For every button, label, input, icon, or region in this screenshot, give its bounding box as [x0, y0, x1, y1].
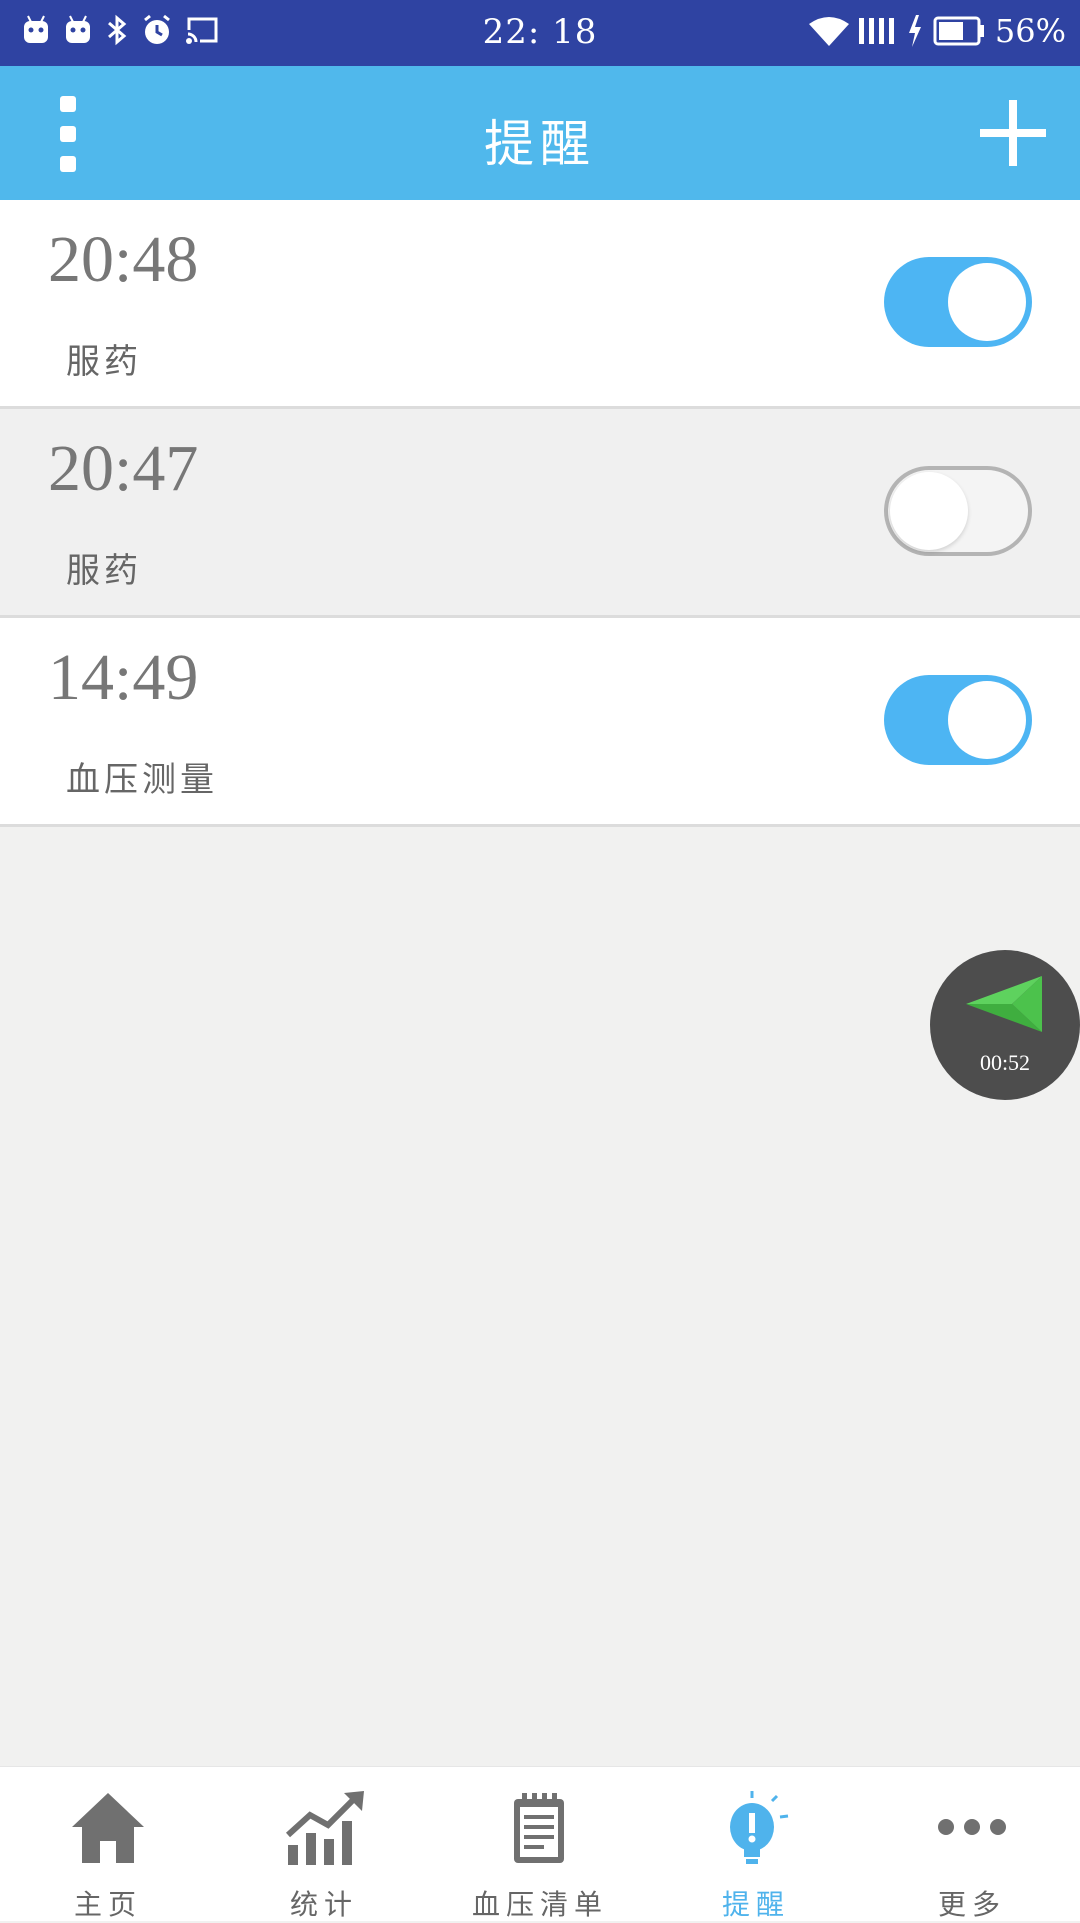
bottom-tab-bar: 主页 统计 血压清单 提醒 更多	[0, 1766, 1080, 1921]
reminder-item[interactable]: 20:48 服药	[0, 200, 1080, 409]
battery-percent: 56%	[994, 12, 1066, 50]
battery-icon	[933, 16, 984, 46]
paper-plane-icon	[966, 976, 1042, 1032]
tab-more[interactable]: 更多	[864, 1767, 1080, 1921]
wifi-icon	[808, 17, 849, 46]
notepad-icon	[514, 1793, 564, 1863]
floating-timer-text: 00:52	[979, 1050, 1031, 1075]
tab-label: 主页	[73, 1888, 142, 1921]
toggle-knob	[948, 263, 1026, 341]
signal-icon	[858, 18, 894, 44]
toggle-knob	[890, 472, 968, 550]
reminder-toggle[interactable]	[884, 466, 1032, 556]
reminder-label: 血压测量	[66, 760, 218, 800]
home-icon	[72, 1793, 144, 1863]
add-reminder-button[interactable]	[978, 98, 1048, 168]
tab-label: 统计	[289, 1888, 358, 1921]
app-header: 提醒	[0, 66, 1080, 200]
reminder-item[interactable]: 14:49 血压测量	[0, 618, 1080, 827]
reminder-toggle[interactable]	[884, 675, 1032, 765]
floating-timer-button[interactable]: 00:52	[930, 950, 1080, 1100]
status-bar: 22: 18 56%	[0, 0, 1080, 66]
reminder-label: 服药	[66, 551, 142, 591]
page-title: 提醒	[484, 115, 596, 173]
toggle-knob	[948, 681, 1026, 759]
reminder-item[interactable]: 20:47 服药	[0, 409, 1080, 618]
bulb-alert-icon	[730, 1791, 789, 1864]
reminder-time: 20:47	[48, 432, 199, 505]
reminder-time: 20:48	[48, 223, 199, 296]
tab-bp-list[interactable]: 血压清单	[432, 1767, 648, 1921]
reminder-time: 14:49	[48, 641, 199, 714]
tab-label: 更多	[937, 1888, 1006, 1921]
tab-statistics[interactable]: 统计	[216, 1767, 432, 1921]
tab-reminder[interactable]: 提醒	[648, 1767, 864, 1921]
tab-label: 血压清单	[471, 1888, 608, 1921]
more-dots-icon	[938, 1819, 1006, 1835]
chart-icon	[285, 1791, 364, 1865]
reminder-label: 服药	[66, 342, 142, 382]
plus-icon	[980, 100, 1046, 166]
charging-icon	[908, 15, 921, 47]
tab-label: 提醒	[721, 1888, 790, 1921]
tab-home[interactable]: 主页	[0, 1767, 216, 1921]
reminder-list: 20:48 服药 20:47 服药 14:49 血压测量	[0, 200, 1080, 827]
status-icons-right: 56%	[808, 12, 1066, 50]
reminder-toggle[interactable]	[884, 257, 1032, 347]
